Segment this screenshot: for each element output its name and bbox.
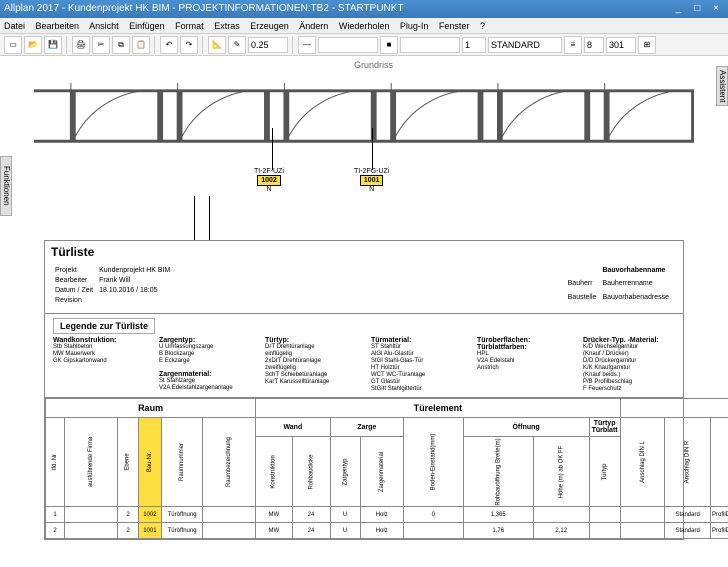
legend-title: Legende zur Türliste: [53, 318, 155, 334]
menu-erzeugen[interactable]: Erzeugen: [250, 21, 289, 31]
print-icon[interactable]: 🖨: [72, 36, 90, 54]
menubar: Datei Bearbeiten Ansicht Einfügen Format…: [0, 18, 728, 34]
linetype-select[interactable]: [318, 37, 378, 53]
minimize-button[interactable]: _: [670, 0, 686, 18]
layernum-input[interactable]: [584, 37, 604, 53]
paste-icon[interactable]: 📋: [132, 36, 150, 54]
leader-line: [372, 128, 373, 170]
table-group-row: Raum Türelement Gestaltung Türblatt: [46, 399, 728, 418]
legend-col-zarge: Zargentyp: U Umfassungszarge B Blockzarg…: [159, 337, 251, 393]
floorplan-svg: [34, 72, 694, 162]
menu-datei[interactable]: Datei: [4, 21, 25, 31]
cut-icon[interactable]: ✂: [92, 36, 110, 54]
copy-icon[interactable]: ⧉: [112, 36, 130, 54]
legend-col-tuertyp: Türtyp: DrT Drehtüranlage einflügelig 2x…: [265, 337, 357, 393]
legend-col-oberflaechen: Türoberflächen:Türblattfarben: HPL V2A E…: [477, 337, 569, 393]
legend: Legende zur Türliste Wandkonstruktion: S…: [45, 314, 683, 398]
plan-label: Grundriss: [354, 60, 393, 70]
menu-bearbeiten[interactable]: Bearbeiten: [36, 21, 80, 31]
legend-col-tuermaterial: Türmaterial: ST Stahltür AlGl Alu-Glastü…: [371, 337, 463, 393]
open-icon[interactable]: 📂: [24, 36, 42, 54]
menu-aendern[interactable]: Ändern: [299, 21, 328, 31]
tag-dir: N: [354, 186, 389, 193]
layer-icon[interactable]: ≡: [564, 36, 582, 54]
table-row: 12 1002Türöffnung MW24 UHolz 01,365 Stan…: [46, 507, 728, 523]
right-panel-tab[interactable]: Assistent: [716, 66, 728, 106]
zoom-input[interactable]: [248, 37, 288, 53]
tag-number: 1002: [257, 175, 281, 186]
page-input[interactable]: [606, 37, 636, 53]
color-icon[interactable]: ■: [380, 36, 398, 54]
drawing-canvas[interactable]: Grundriss: [14, 60, 714, 563]
redo-icon[interactable]: ↷: [180, 36, 198, 54]
maximize-button[interactable]: □: [689, 0, 705, 18]
menu-ansicht[interactable]: Ansicht: [89, 21, 119, 31]
tag-dir: N: [254, 186, 284, 193]
grid-icon[interactable]: ⊞: [638, 36, 656, 54]
menu-einfuegen[interactable]: Einfügen: [129, 21, 165, 31]
sheet-meta: ProjektKundenprojekt HK BIM BearbeiterFr…: [45, 263, 683, 314]
separator: [292, 36, 294, 54]
door-tag-1002: TI-2F-UZi 1002 N: [254, 168, 284, 193]
tag-header: TI-2F-UZi: [254, 168, 284, 175]
window-titlebar: Allplan 2017 - Kundenprojekt HK BIM - PR…: [0, 0, 728, 18]
floorplan: [34, 72, 694, 162]
window-controls: _ □ ×: [670, 0, 724, 18]
measure-icon[interactable]: 📐: [208, 36, 226, 54]
legend-columns: Wandkonstruktion: Stb Stahlbeton MW Maue…: [53, 337, 675, 393]
meta-right: Bauvorhabenname BauherrBauherrenname Bau…: [566, 265, 675, 307]
sheet-title: Türliste: [45, 241, 683, 263]
layer-select[interactable]: [488, 37, 562, 53]
tag-number: 1001: [360, 175, 384, 186]
separator: [154, 36, 156, 54]
color-select[interactable]: [400, 37, 460, 53]
legend-col-druecker: Drücker-Typ. -Material: K/D Wechselgarni…: [583, 337, 675, 393]
pencil-icon[interactable]: ✎: [228, 36, 246, 54]
save-icon[interactable]: 💾: [44, 36, 62, 54]
close-button[interactable]: ×: [708, 0, 724, 18]
separator: [202, 36, 204, 54]
table-row: 22 1001Türöffnung MW24 UHolz 1,762,12 St…: [46, 523, 728, 539]
door-table: Raum Türelement Gestaltung Türblatt lfd.…: [45, 398, 728, 539]
separator: [66, 36, 68, 54]
left-panel-tab[interactable]: Funktionen: [0, 156, 12, 216]
undo-icon[interactable]: ↶: [160, 36, 178, 54]
menu-plugin[interactable]: Plug-In: [400, 21, 429, 31]
new-icon[interactable]: ▭: [4, 36, 22, 54]
leader-line: [272, 128, 273, 170]
menu-wiederholen[interactable]: Wiederholen: [339, 21, 390, 31]
menu-fenster[interactable]: Fenster: [439, 21, 470, 31]
table-sub-row: lfd. Nr ausführende Firma Ebene Bau-Nr. …: [46, 418, 728, 437]
menu-help[interactable]: ?: [480, 21, 485, 31]
scale-input[interactable]: [462, 37, 486, 53]
door-tag-1001: TI-2FG-UZi 1001 N: [354, 168, 389, 193]
workspace: Funktionen Assistent Grundriss: [0, 56, 728, 567]
menu-format[interactable]: Format: [175, 21, 204, 31]
legend-col-wand: Wandkonstruktion: Stb Stahlbeton MW Maue…: [53, 337, 145, 393]
menu-extras[interactable]: Extras: [214, 21, 240, 31]
line-icon[interactable]: —: [298, 36, 316, 54]
meta-left: ProjektKundenprojekt HK BIM BearbeiterFr…: [53, 265, 176, 307]
toolbar: ▭ 📂 💾 🖨 ✂ ⧉ 📋 ↶ ↷ 📐 ✎ — ■ ≡ ⊞: [0, 34, 728, 56]
window-title: Allplan 2017 - Kundenprojekt HK BIM - PR…: [4, 0, 404, 18]
door-list-sheet: Türliste ProjektKundenprojekt HK BIM Bea…: [44, 240, 684, 540]
